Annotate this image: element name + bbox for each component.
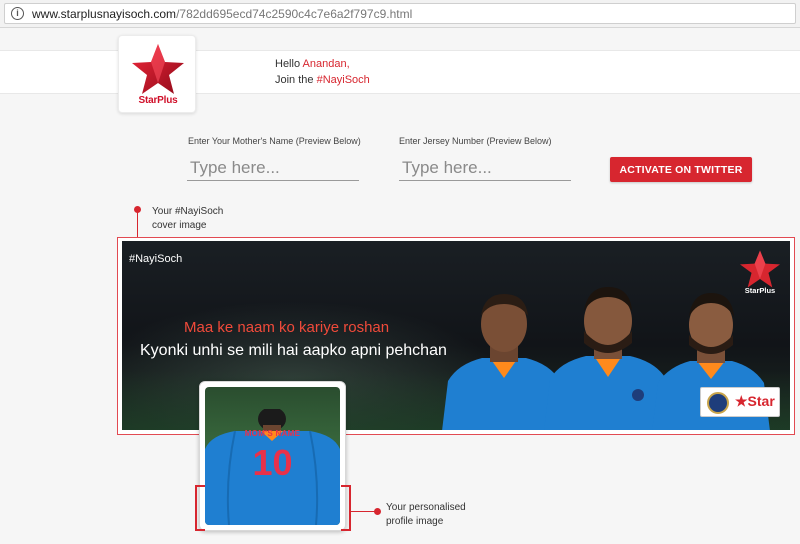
profile-callout-line1: Your personalised — [386, 502, 466, 513]
bcci-crest-icon — [707, 392, 729, 414]
cover-callout-line — [137, 212, 138, 238]
join-prefix: Join the — [275, 74, 317, 86]
cover-callout-text: Your #NayiSoch cover image — [152, 205, 223, 233]
browser-address-bar: i www.starplusnayisoch.com/782dd695ecd74… — [0, 0, 800, 28]
profile-callout-line — [351, 511, 375, 512]
join-line: Join the #NayiSoch — [275, 74, 370, 86]
cover-callout-line2: cover image — [152, 220, 207, 231]
header-hashtag: #NayiSoch — [316, 74, 370, 86]
sponsor-badge: ★Star — [700, 387, 780, 417]
profile-image: MOM'S NAME 10 — [205, 387, 340, 525]
greeting-prefix: Hello — [275, 58, 303, 70]
cover-tagline-2: Kyonki unhi se mili hai aapko apni pehch… — [140, 342, 447, 359]
star-logo-icon — [132, 44, 184, 94]
cover-starplus-logo: StarPlus — [738, 249, 782, 299]
logo-wordmark: StarPlus — [138, 95, 178, 106]
cover-star-icon — [740, 250, 780, 288]
jersey-mom-name: MOM'S NAME — [244, 429, 301, 438]
profile-callout-dot — [374, 508, 381, 515]
jersey-number-input[interactable] — [399, 155, 571, 181]
activate-on-twitter-button[interactable]: ACTIVATE ON TWITTER — [610, 157, 752, 182]
cover-hashtag: #NayiSoch — [129, 253, 183, 265]
profile-callout-line2: profile image — [386, 516, 444, 527]
user-name: Anandan, — [302, 58, 350, 70]
url-host: www.starplusnayisoch.com — [32, 7, 177, 21]
url-field[interactable]: i www.starplusnayisoch.com/782dd695ecd74… — [4, 3, 796, 24]
profile-bracket-left — [195, 485, 205, 531]
cover-callout-line1: Your #NayiSoch — [152, 206, 224, 217]
url-path: /782dd695ecd74c2590c4c7e6a2f797c9.html — [176, 7, 413, 21]
url-text: www.starplusnayisoch.com/782dd695ecd74c2… — [32, 7, 412, 21]
info-icon[interactable]: i — [11, 7, 24, 20]
jersey-number: 10 — [252, 442, 293, 483]
greeting: Hello Anandan, — [275, 58, 350, 70]
starplus-logo[interactable]: StarPlus — [118, 35, 196, 113]
profile-bracket-right — [341, 485, 351, 531]
mother-name-input[interactable] — [187, 155, 359, 181]
mother-name-label: Enter Your Mother's Name (Preview Below) — [188, 136, 361, 146]
jersey-number-label: Enter Jersey Number (Preview Below) — [399, 136, 552, 146]
cover-tagline-1: Maa ke naam ko kariye roshan — [184, 319, 390, 336]
cover-logo-wordmark: StarPlus — [744, 286, 776, 295]
profile-callout-text: Your personalised profile image — [386, 501, 466, 529]
star-sponsor-text: ★Star — [735, 393, 775, 409]
